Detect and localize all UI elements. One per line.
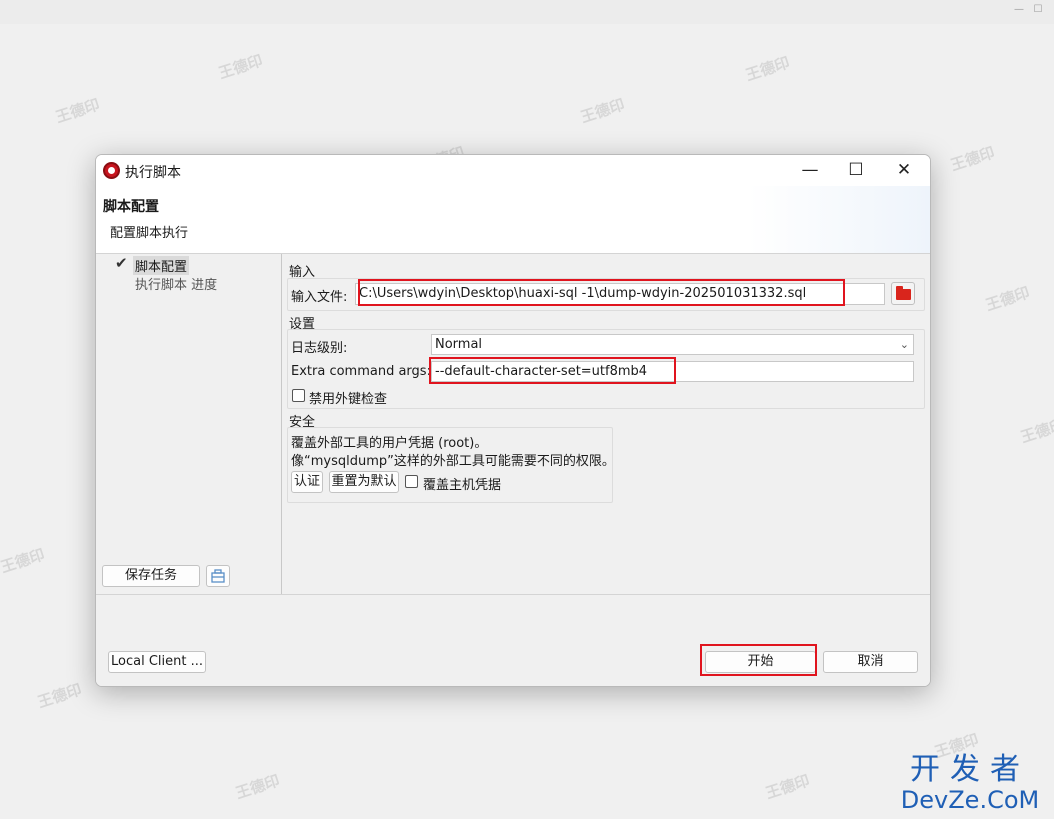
- watermark: 王德印: [578, 95, 627, 127]
- input-file-field[interactable]: C:\Users\wdyin\Desktop\huaxi-sql -1\dump…: [355, 283, 885, 305]
- task-config-button[interactable]: [206, 565, 230, 587]
- dialog-footer: Local Client ... 开始 取消: [96, 594, 930, 686]
- nav-item-script-config[interactable]: 脚本配置: [133, 256, 190, 275]
- dialog-title: 执行脚本: [125, 165, 181, 181]
- background-minimize-icon: —: [1014, 4, 1024, 15]
- watermark: 王德印: [0, 545, 47, 577]
- log-level-label: 日志级别:: [291, 341, 348, 356]
- banner-title: 脚本配置: [103, 199, 159, 215]
- wizard-banner: 脚本配置 配置脚本执行: [96, 186, 930, 254]
- browse-file-button[interactable]: [891, 282, 915, 305]
- nav-item-execute-progress[interactable]: 执行脚本 进度: [135, 274, 217, 293]
- watermark: 王德印: [763, 771, 812, 803]
- start-button[interactable]: 开始: [705, 651, 816, 673]
- check-icon: ✔: [115, 254, 128, 272]
- extra-args-field[interactable]: --default-character-set=utf8mb4: [431, 361, 914, 382]
- extra-args-label: Extra command args:: [291, 364, 431, 379]
- disable-fk-label: 禁用外键检查: [309, 392, 388, 407]
- toolbox-icon: [211, 569, 225, 583]
- background-maximize-icon: ☐: [1033, 4, 1043, 15]
- disable-fk-checkbox[interactable]: [292, 389, 305, 402]
- minimize-button[interactable]: —: [787, 155, 833, 186]
- override-host-checkbox[interactable]: [405, 475, 418, 488]
- security-description-1: 覆盖外部工具的用户凭据 (root)。: [291, 436, 488, 451]
- log-level-value: Normal: [435, 337, 483, 352]
- watermark: 王德印: [983, 283, 1032, 315]
- background-window-topbar: — ☐: [0, 0, 1054, 24]
- override-host-label: 覆盖主机凭据: [423, 478, 502, 493]
- execute-script-dialog: 执行脚本 — ☐ ✕ 脚本配置 配置脚本执行 ✔ 脚本配置 执行脚本 进度 保存…: [95, 154, 931, 687]
- local-client-button[interactable]: Local Client ...: [108, 651, 206, 673]
- chevron-down-icon: ⌄: [899, 338, 909, 351]
- cancel-button[interactable]: 取消: [823, 651, 918, 673]
- maximize-button[interactable]: ☐: [833, 155, 879, 186]
- site-brand-logo: 开发者 DevZe.CoM: [896, 753, 1044, 815]
- folder-icon: [896, 286, 911, 300]
- input-file-label: 输入文件:: [291, 290, 348, 305]
- brand-bottom-text: DevZe.CoM: [900, 786, 1040, 814]
- dialog-titlebar: 执行脚本 — ☐ ✕: [96, 155, 930, 186]
- script-config-pane: 输入 输入文件: C:\Users\wdyin\Desktop\huaxi-sq…: [282, 254, 930, 594]
- wizard-nav-pane: ✔ 脚本配置 执行脚本 进度 保存任务: [96, 254, 282, 594]
- reset-defaults-button[interactable]: 重置为默认: [329, 471, 399, 493]
- close-button[interactable]: ✕: [881, 155, 927, 186]
- watermark: 王德印: [1018, 415, 1054, 447]
- save-task-button[interactable]: 保存任务: [102, 565, 200, 587]
- watermark: 王德印: [233, 771, 282, 803]
- watermark: 王德印: [35, 680, 84, 712]
- watermark: 王德印: [216, 51, 265, 83]
- dbeaver-app-icon: [103, 162, 120, 179]
- watermark: 王德印: [743, 53, 792, 85]
- watermark: 王德印: [53, 95, 102, 127]
- brand-top-text: 开发者: [910, 752, 1030, 787]
- banner-subtitle: 配置脚本执行: [110, 226, 189, 241]
- watermark: 王德印: [948, 143, 997, 175]
- authenticate-button[interactable]: 认证: [291, 471, 323, 493]
- security-description-2: 像“mysqldump”这样的外部工具可能需要不同的权限。: [291, 454, 615, 469]
- log-level-select[interactable]: Normal ⌄: [431, 334, 914, 355]
